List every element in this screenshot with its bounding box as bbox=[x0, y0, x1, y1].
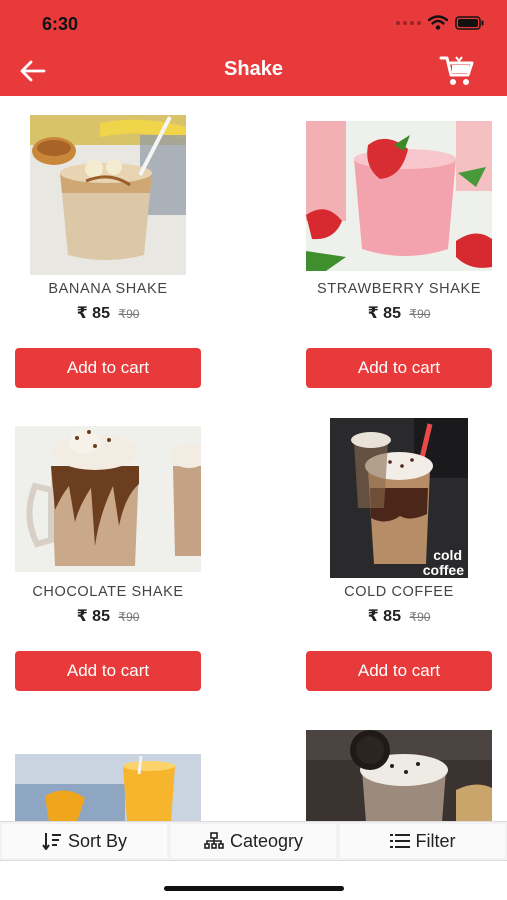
product-price: 85 bbox=[383, 305, 401, 322]
old-price-value: 90 bbox=[417, 610, 431, 624]
mango-shake-image bbox=[15, 754, 201, 822]
currency-symbol: ₹ bbox=[409, 307, 418, 321]
product-price: 85 bbox=[92, 608, 110, 625]
price-row: ₹ 85 ₹90 bbox=[306, 303, 492, 323]
list-icon bbox=[389, 834, 410, 848]
currency-symbol: ₹ bbox=[367, 608, 379, 625]
category-label: Cateogry bbox=[229, 830, 304, 851]
banana-shake-image bbox=[30, 115, 186, 275]
filter-button[interactable]: Filter bbox=[340, 824, 505, 858]
currency-symbol: ₹ bbox=[76, 305, 88, 322]
old-price-value: 90 bbox=[417, 307, 431, 321]
add-to-cart-button[interactable]: Add to cart bbox=[306, 348, 492, 388]
add-to-cart-button[interactable]: Add to cart bbox=[15, 348, 201, 388]
wifi-icon bbox=[428, 15, 448, 30]
currency-symbol: ₹ bbox=[76, 608, 88, 625]
image-caption: cold bbox=[433, 547, 462, 563]
home-indicator[interactable] bbox=[164, 886, 344, 891]
product-name: CHOCOLATE SHAKE bbox=[32, 584, 184, 600]
page-title: Shake bbox=[224, 58, 283, 80]
price-row: ₹ 85 ₹90 bbox=[15, 606, 201, 626]
cold-coffee-image: cold coffee bbox=[330, 418, 468, 578]
currency-symbol: ₹ bbox=[409, 610, 418, 624]
old-price: ₹90 bbox=[118, 307, 139, 321]
product-price: 85 bbox=[92, 305, 110, 322]
product-price: 85 bbox=[383, 608, 401, 625]
product-card: CHOCOLATE SHAKE ₹ 85 ₹90 Add to cart bbox=[15, 426, 201, 696]
old-price: ₹90 bbox=[409, 307, 430, 321]
sort-by-button[interactable]: Sort By bbox=[2, 824, 167, 858]
add-to-cart-button[interactable]: Add to cart bbox=[15, 651, 201, 691]
sort-by-label: Sort By bbox=[67, 830, 128, 851]
product-card: BANANA SHAKE ₹ 85 ₹90 Add to cart bbox=[15, 115, 201, 390]
currency-symbol: ₹ bbox=[118, 610, 127, 624]
cart-button[interactable] bbox=[439, 54, 475, 88]
old-price-value: 90 bbox=[126, 307, 140, 321]
strawberry-shake-image bbox=[306, 121, 492, 271]
sitemap-icon bbox=[204, 832, 224, 849]
price-row: ₹ 85 ₹90 bbox=[15, 303, 201, 323]
signal-icon bbox=[396, 20, 421, 25]
battery-icon bbox=[455, 15, 484, 30]
cart-icon bbox=[439, 56, 474, 85]
status-time: 6:30 bbox=[42, 14, 79, 34]
category-button[interactable]: Cateogry bbox=[171, 824, 336, 858]
status-bar: 6:30 bbox=[0, 0, 507, 46]
product-name: STRAWBERRY SHAKE bbox=[316, 281, 482, 297]
currency-symbol: ₹ bbox=[367, 305, 379, 322]
chocolate-shake-image bbox=[15, 426, 201, 572]
status-icons bbox=[396, 15, 485, 30]
image-caption: coffee bbox=[423, 562, 464, 578]
product-name: COLD COFFEE bbox=[344, 584, 454, 600]
bottom-action-bar: Sort By Cateogry Filter bbox=[0, 821, 507, 861]
sort-icon bbox=[42, 833, 61, 850]
product-card: cold coffee COLD COFFEE ₹ 85 ₹90 Add to … bbox=[306, 418, 492, 696]
old-price: ₹90 bbox=[118, 610, 139, 624]
old-price-value: 90 bbox=[126, 610, 140, 624]
product-name: BANANA SHAKE bbox=[48, 281, 168, 297]
product-card: STRAWBERRY SHAKE ₹ 85 ₹90 Add to cart bbox=[306, 115, 492, 390]
old-price: ₹90 bbox=[409, 610, 430, 624]
price-row: ₹ 85 ₹90 bbox=[306, 606, 492, 626]
filter-label: Filter bbox=[415, 830, 456, 851]
oreo-shake-image bbox=[306, 730, 492, 822]
currency-symbol: ₹ bbox=[118, 307, 127, 321]
add-to-cart-button[interactable]: Add to cart bbox=[306, 651, 492, 691]
app-bar: Shake bbox=[0, 46, 507, 96]
